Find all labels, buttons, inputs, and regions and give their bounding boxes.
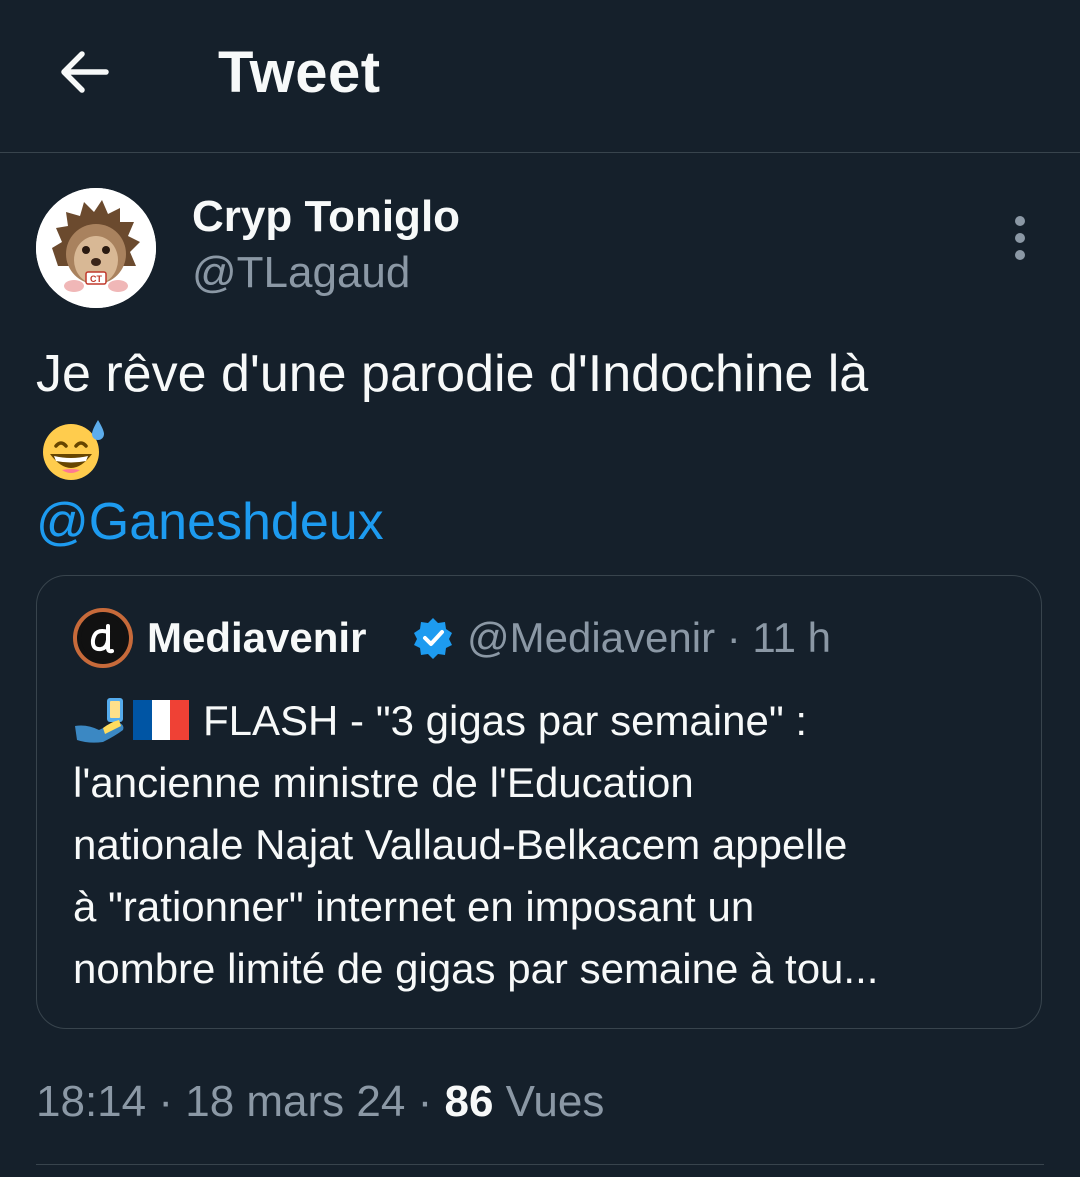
quoted-author-name: Mediavenir (147, 614, 367, 661)
meta-separator: · (417, 1077, 433, 1126)
tweet-date[interactable]: 18 mars 24 (185, 1077, 405, 1126)
more-dot-icon (1015, 216, 1025, 226)
france-flag-icon (133, 700, 189, 740)
quoted-tweet-card[interactable]: Mediavenir @Mediavenir · 11 h FLASH - "3… (36, 575, 1042, 1029)
quoted-text-line: à "rationner" internet en imposant un (73, 883, 755, 930)
mediavenir-logo-icon (81, 616, 125, 660)
more-dot-icon (1015, 250, 1025, 260)
views-count: 86 (444, 1077, 494, 1126)
page-title: Tweet (218, 40, 381, 105)
quoted-author-meta: @Mediavenir · 11 h (467, 612, 831, 664)
quoted-text-line: FLASH - "3 gigas par semaine" : (203, 697, 808, 744)
meta-separator: · (158, 1077, 173, 1126)
author-handle[interactable]: @TLagaud (192, 246, 410, 300)
phone-in-hand-icon (75, 698, 124, 743)
views-label: Vues (505, 1077, 605, 1126)
meta-separator: · (726, 614, 741, 661)
tweet-metadata: 18:14 · 18 mars 24 · 86 Vues (36, 1072, 604, 1132)
divider (36, 1164, 1044, 1165)
top-app-bar: Tweet (0, 0, 1080, 153)
quoted-tweet-time: 11 h (752, 614, 832, 661)
quoted-text-line: nationale Najat Vallaud-Belkacem appelle (73, 821, 848, 868)
tweet-time[interactable]: 18:14 (36, 1077, 146, 1126)
grinning-face-with-sweat-icon (40, 418, 106, 482)
tweet-text: Je rêve d'une parodie d'Indochine là (36, 345, 869, 403)
svg-text:CT: CT (90, 274, 102, 284)
mention-link[interactable]: @Ganeshdeux (36, 488, 384, 556)
more-options-button[interactable] (996, 212, 1044, 264)
quoted-text-body: l'ancienne ministre de l'Education natio… (73, 752, 1013, 1000)
arrow-left-icon (61, 51, 109, 93)
quoted-text-line: nombre limité de gigas par semaine à tou… (73, 945, 879, 992)
more-dot-icon (1015, 233, 1025, 243)
quoted-text-line: l'ancienne ministre de l'Education (73, 759, 694, 806)
author-name[interactable]: Cryp Toniglo (192, 190, 460, 244)
quoted-author-handle: @Mediavenir (467, 614, 716, 661)
quoted-author-avatar (73, 608, 133, 668)
verified-badge-icon (414, 618, 452, 659)
hedgehog-avatar-icon: CT (36, 188, 156, 308)
author-avatar[interactable]: CT (36, 188, 156, 308)
back-button[interactable] (52, 40, 116, 104)
quoted-emoji-group (73, 696, 191, 746)
